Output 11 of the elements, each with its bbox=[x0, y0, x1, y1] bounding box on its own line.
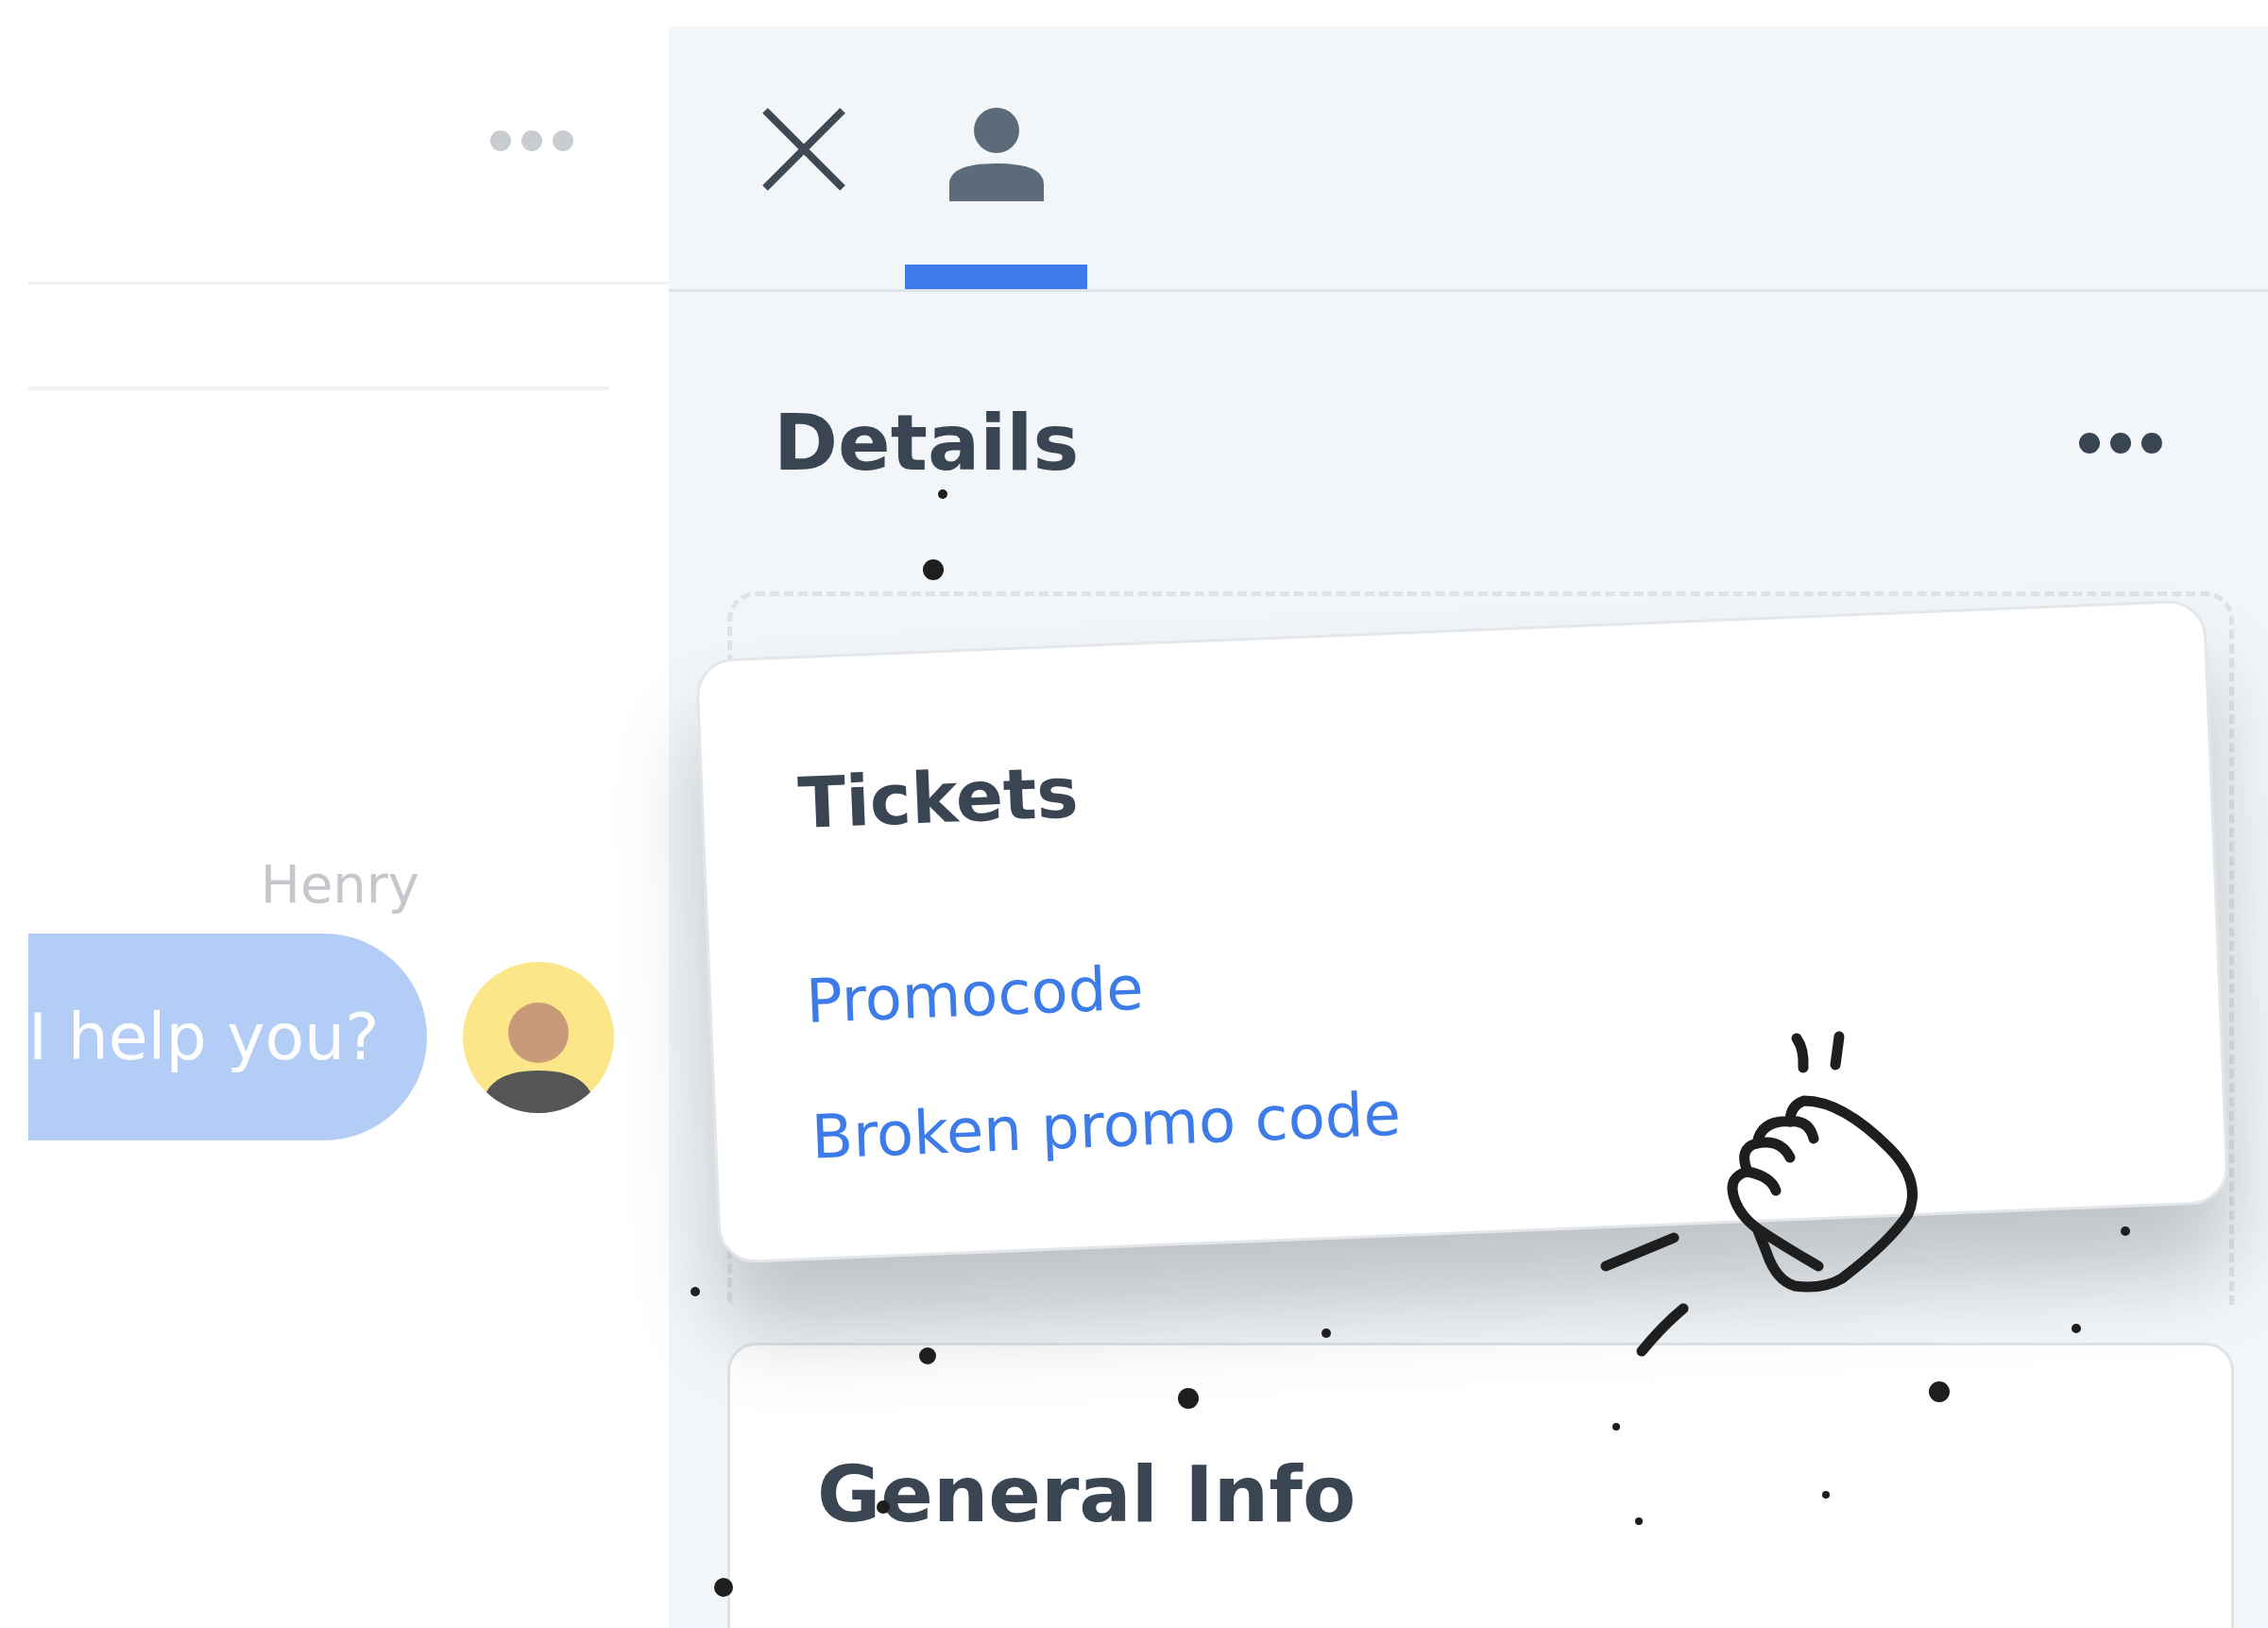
general-info-heading: General Info bbox=[817, 1449, 1357, 1539]
details-heading: Details bbox=[774, 398, 1080, 488]
message-bubble: I help you? bbox=[28, 934, 427, 1140]
close-icon bbox=[760, 107, 846, 192]
tickets-heading: Tickets bbox=[795, 750, 1081, 845]
person-icon bbox=[948, 107, 1044, 201]
more-icon[interactable] bbox=[2078, 431, 2163, 454]
ticket-link[interactable]: Promocode bbox=[804, 914, 2123, 1037]
ticket-link[interactable]: Broken promo code bbox=[810, 1049, 2129, 1173]
tickets-card[interactable]: Tickets Promocode Broken promo code bbox=[694, 599, 2229, 1264]
sender-name: Henry bbox=[259, 853, 419, 915]
